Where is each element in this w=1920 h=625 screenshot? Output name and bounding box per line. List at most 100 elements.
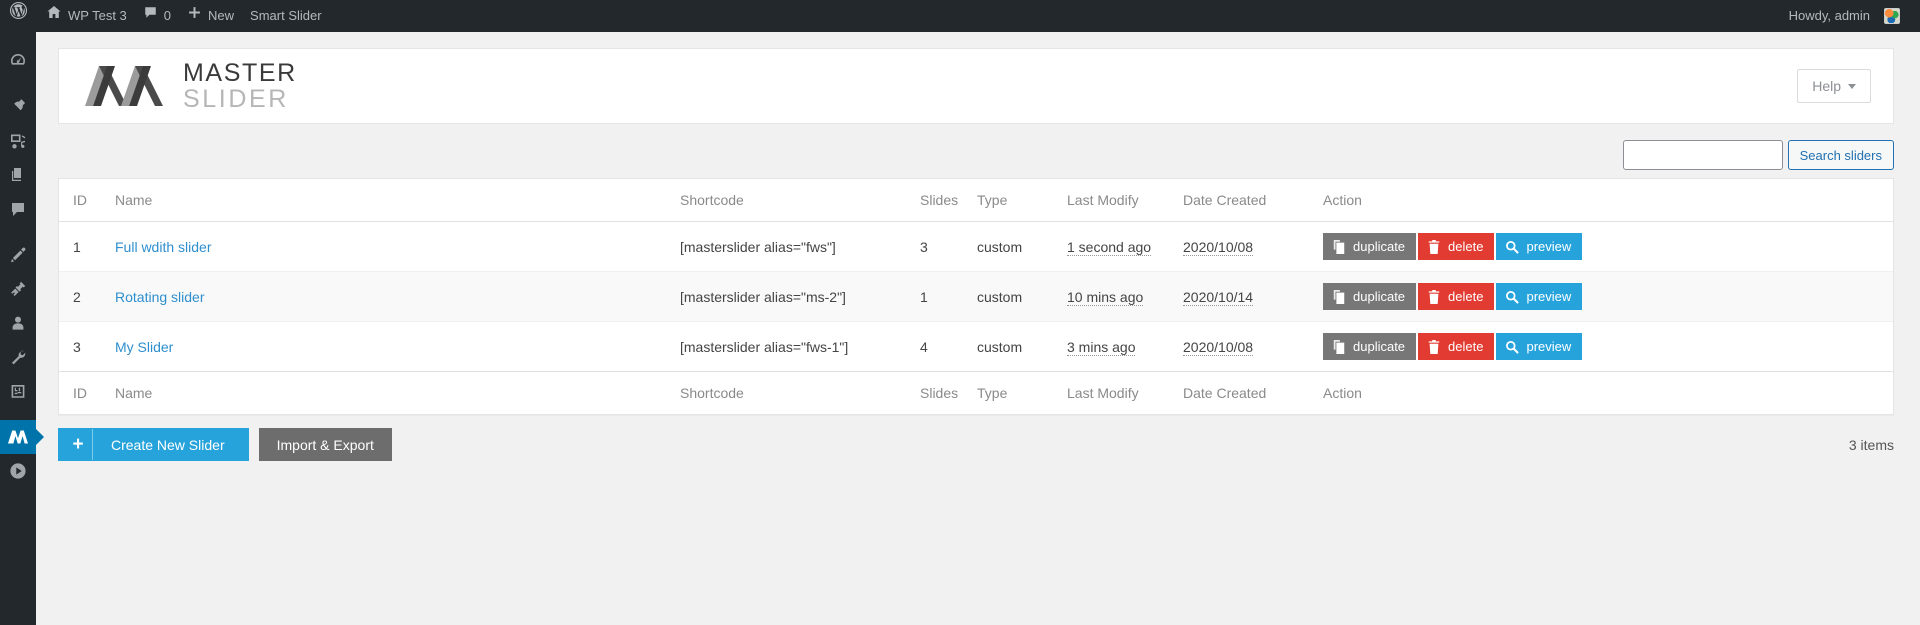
- caret-down-icon: [1848, 83, 1856, 89]
- cell-shortcode: [masterslider alias="fws"]: [680, 221, 920, 272]
- sidebar-item-pages[interactable]: [0, 158, 36, 192]
- column-footer-slides[interactable]: Slides: [920, 371, 977, 414]
- table-foot: ID Name Shortcode Slides Type Last Modif…: [59, 371, 1893, 414]
- cell-slides: 4: [920, 338, 928, 355]
- table-row: 1 Full wdith slider [masterslider alias=…: [59, 221, 1893, 272]
- sidebar-item-settings[interactable]: [0, 374, 36, 408]
- import-export-button[interactable]: Import & Export: [258, 428, 392, 461]
- delete-button[interactable]: delete: [1418, 283, 1495, 310]
- column-footer-last-modify[interactable]: Last Modify: [1067, 371, 1183, 414]
- magnifier-icon: [1505, 340, 1520, 354]
- master-slider-logo-icon: [85, 62, 167, 110]
- sidebar-item-media[interactable]: [0, 124, 36, 158]
- table-row: 2 Rotating slider [masterslider alias="m…: [59, 271, 1893, 322]
- create-new-slider-button[interactable]: + Create New Slider: [58, 428, 249, 461]
- avatar: [1884, 8, 1900, 24]
- table-row: 3 My Slider [masterslider alias="fws-1"]…: [59, 322, 1893, 372]
- column-header-slides[interactable]: Slides: [920, 179, 977, 222]
- magnifier-icon: [1505, 290, 1520, 304]
- duplicate-button[interactable]: duplicate: [1323, 333, 1417, 360]
- cell-date-created: 2020/10/08: [1183, 221, 1323, 272]
- delete-button[interactable]: delete: [1418, 233, 1495, 260]
- preview-button-label: preview: [1526, 339, 1572, 354]
- cell-date-created: 2020/10/08: [1183, 322, 1323, 372]
- last-modify-value[interactable]: 1 second ago: [1067, 238, 1152, 256]
- column-footer-type[interactable]: Type: [977, 371, 1067, 414]
- duplicate-button[interactable]: duplicate: [1323, 233, 1417, 260]
- comments-menu[interactable]: 0: [135, 0, 179, 32]
- cell-type: custom: [977, 338, 1023, 355]
- sidebar-item-appearance[interactable]: [0, 238, 36, 272]
- slider-name-link[interactable]: My Slider: [115, 339, 173, 355]
- row-action-buttons: duplicate delete preview: [1323, 283, 1893, 310]
- sidebar-item-users[interactable]: [0, 306, 36, 340]
- column-header-date-created[interactable]: Date Created: [1183, 179, 1323, 222]
- column-header-id[interactable]: ID: [59, 179, 115, 222]
- my-account-menu[interactable]: Howdy, admin: [1781, 0, 1908, 32]
- column-header-shortcode[interactable]: Shortcode: [680, 179, 920, 222]
- preview-button[interactable]: preview: [1496, 333, 1583, 360]
- new-content-menu[interactable]: New: [179, 0, 242, 32]
- cell-shortcode: [masterslider alias="fws-1"]: [680, 338, 849, 355]
- last-modify-value[interactable]: 3 mins ago: [1067, 338, 1136, 356]
- column-header-name[interactable]: Name: [115, 179, 680, 222]
- column-footer-id[interactable]: ID: [59, 371, 115, 414]
- duplicate-button-label: duplicate: [1353, 239, 1406, 254]
- menu-separator-1: [0, 78, 36, 90]
- sidebar-item-smart-slider[interactable]: [0, 454, 36, 488]
- wordpress-logo-icon: [9, 0, 28, 32]
- magnifier-icon: [1505, 240, 1520, 254]
- date-created-value[interactable]: 2020/10/08: [1183, 238, 1254, 256]
- last-modify-value[interactable]: 10 mins ago: [1067, 288, 1144, 306]
- play-circle-icon: [8, 461, 28, 481]
- column-footer-shortcode[interactable]: Shortcode: [680, 371, 920, 414]
- sidebar-item-comments[interactable]: [0, 192, 36, 226]
- row-action-buttons: duplicate delete preview: [1323, 333, 1893, 360]
- cell-slides: 3: [920, 221, 977, 272]
- column-footer-name[interactable]: Name: [115, 371, 680, 414]
- search-sliders-button[interactable]: Search sliders: [1787, 140, 1894, 170]
- preview-button[interactable]: preview: [1496, 283, 1583, 310]
- search-input[interactable]: [1622, 140, 1783, 170]
- wordpress-logo-button[interactable]: [0, 0, 38, 32]
- sidebar-item-plugins[interactable]: [0, 272, 36, 306]
- copy-icon: [1332, 339, 1346, 354]
- cell-type: custom: [977, 271, 1067, 322]
- cell-id: 1: [59, 221, 115, 272]
- copy-icon: [1332, 239, 1346, 254]
- new-label: New: [208, 8, 235, 23]
- cell-actions: duplicate delete preview: [1323, 322, 1893, 372]
- sidebar-item-master-slider[interactable]: [0, 420, 44, 454]
- column-header-type[interactable]: Type: [977, 179, 1067, 222]
- site-name-menu[interactable]: WP Test 3: [38, 0, 135, 32]
- column-footer-date-created[interactable]: Date Created: [1183, 371, 1323, 414]
- date-created-value[interactable]: 2020/10/14: [1183, 288, 1254, 306]
- column-header-last-modify[interactable]: Last Modify: [1067, 179, 1183, 222]
- duplicate-button-label: duplicate: [1353, 289, 1406, 304]
- preview-button[interactable]: preview: [1496, 233, 1583, 260]
- delete-button[interactable]: delete: [1418, 333, 1495, 360]
- comment-bubble-icon: [143, 0, 158, 32]
- page-footer-actions: + Create New Slider Import & Export 3 it…: [58, 428, 1894, 461]
- cell-last-modify: 3 mins ago: [1067, 322, 1183, 372]
- copy-icon: [1332, 289, 1346, 304]
- table-header-row: ID Name Shortcode Slides Type Last Modif…: [59, 179, 1893, 222]
- table-body: 1 Full wdith slider [masterslider alias=…: [59, 221, 1893, 372]
- menu-separator-3: [0, 408, 36, 420]
- slider-name-link[interactable]: Full wdith slider: [115, 239, 211, 255]
- help-button[interactable]: Help: [1797, 69, 1871, 103]
- duplicate-button[interactable]: duplicate: [1323, 283, 1417, 310]
- date-created-value[interactable]: 2020/10/08: [1183, 338, 1254, 356]
- delete-button-label: delete: [1448, 239, 1484, 254]
- master-slider-wordmark: MASTER SLIDER: [183, 60, 297, 112]
- cell-id: 2: [59, 271, 115, 322]
- sidebar-item-tools[interactable]: [0, 340, 36, 374]
- cell-name: My Slider: [115, 322, 680, 372]
- smart-slider-menu[interactable]: Smart Slider: [242, 0, 330, 32]
- trash-icon: [1427, 289, 1441, 304]
- items-count: 3 items: [1848, 436, 1894, 453]
- slider-name-link[interactable]: Rotating slider: [115, 289, 205, 305]
- sidebar-item-dashboard[interactable]: [0, 44, 36, 78]
- preview-button-label: preview: [1526, 289, 1572, 304]
- sidebar-item-posts[interactable]: [0, 90, 36, 124]
